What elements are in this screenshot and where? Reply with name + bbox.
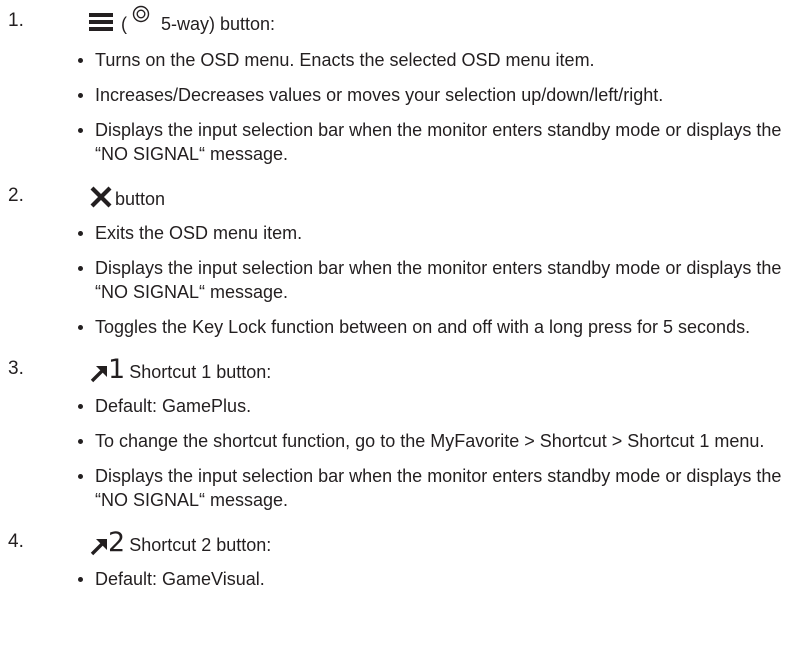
bullet-dot xyxy=(78,439,83,444)
bullet-item: Displays the input selection bar when th… xyxy=(0,256,797,304)
item-number: 2. xyxy=(8,185,24,206)
bullet-item: Displays the input selection bar when th… xyxy=(0,118,797,166)
item-number: 3. xyxy=(8,358,24,379)
menu-icon xyxy=(89,13,113,31)
bullet-list: Turns on the OSD menu. Enacts the select… xyxy=(0,48,797,166)
bullet-item: To change the shortcut function, go to t… xyxy=(0,429,797,453)
bullet-list: Default: GamePlus. To change the shortcu… xyxy=(0,394,797,512)
item-header: 1. ( 5-way) button: xyxy=(0,0,797,40)
bullet-dot xyxy=(78,404,83,409)
item-number: 1. xyxy=(8,10,24,31)
bullet-dot xyxy=(78,474,83,479)
bullet-item: Exits the OSD menu item. xyxy=(0,221,797,245)
item-header: 2. button xyxy=(0,175,797,215)
paren-open: ( xyxy=(121,14,127,34)
bullet-item: Displays the input selection bar when th… xyxy=(0,464,797,512)
bullet-dot xyxy=(78,266,83,271)
list-item-2: 2. button Exits the OSD menu item. Displ… xyxy=(0,175,797,339)
bullet-item: Turns on the OSD menu. Enacts the select… xyxy=(0,48,797,72)
bullet-dot xyxy=(78,58,83,63)
item-title-row: 1 Shortcut 1 button: xyxy=(89,348,271,386)
bullet-item: Toggles the Key Lock function between on… xyxy=(0,315,797,339)
bullet-list: Exits the OSD menu item. Displays the in… xyxy=(0,221,797,339)
bullet-dot xyxy=(78,577,83,582)
five-way-icon xyxy=(131,4,151,24)
item-title-row: 2 Shortcut 2 button: xyxy=(89,521,271,559)
shortcut-number: 1 xyxy=(108,354,126,385)
bullet-item: Default: GamePlus. xyxy=(0,394,797,418)
item-number: 4. xyxy=(8,531,24,552)
bullet-dot xyxy=(78,325,83,330)
shortcut-number: 2 xyxy=(108,527,126,558)
item-title-row: ( 5-way) button: xyxy=(89,0,275,38)
list-item-1: 1. ( 5-way) button: Turns on the OSD men… xyxy=(0,0,797,166)
bullet-item: Default: GameVisual. xyxy=(0,567,797,591)
item-title: Shortcut 1 button: xyxy=(129,362,272,382)
item-title-row: button xyxy=(89,175,165,213)
bullet-list: Default: GameVisual. xyxy=(0,567,797,591)
document-page: 1. ( 5-way) button: Turns on the OSD men… xyxy=(0,0,797,662)
item-header: 4. 2 Shortcut 2 button: xyxy=(0,521,797,561)
item-title: 5-way) button: xyxy=(161,14,276,34)
shortcut-arrow-icon: 1 xyxy=(89,354,126,385)
item-title: button xyxy=(115,189,166,209)
close-icon xyxy=(89,185,113,209)
item-title: Shortcut 2 button: xyxy=(129,535,272,555)
list-item-4: 4. 2 Shortcut 2 button: Default: GameVis… xyxy=(0,521,797,591)
bullet-dot xyxy=(78,128,83,133)
item-header: 3. 1 Shortcut 1 button: xyxy=(0,348,797,388)
list-item-3: 3. 1 Shortcut 1 button: Default: GamePlu… xyxy=(0,348,797,512)
bullet-item: Increases/Decreases values or moves your… xyxy=(0,83,797,107)
bullet-dot xyxy=(78,93,83,98)
shortcut-arrow-icon: 2 xyxy=(89,527,126,558)
bullet-dot xyxy=(78,231,83,236)
